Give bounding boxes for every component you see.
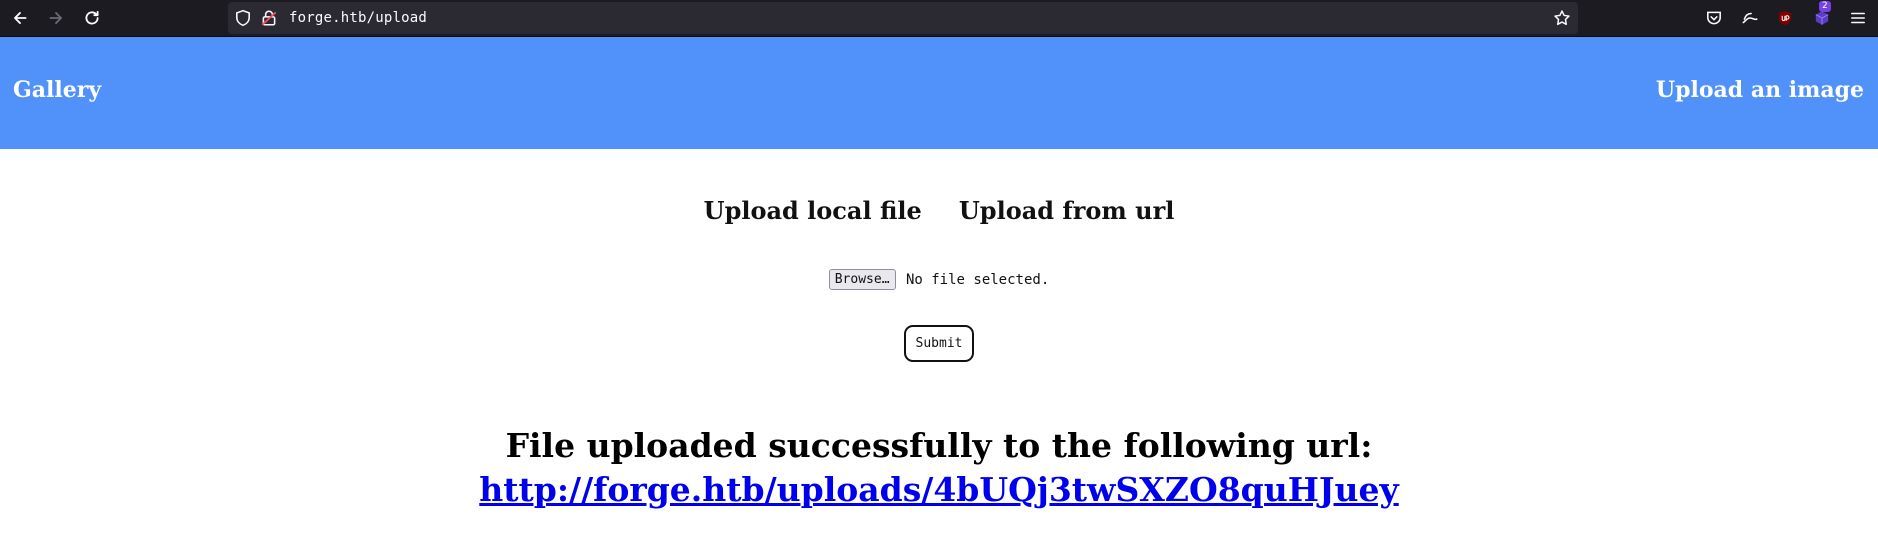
upload-tabs: Upload local file Upload from url (0, 196, 1878, 225)
insecure-lock-icon[interactable] (260, 9, 278, 27)
pocket-icon[interactable] (1703, 7, 1725, 29)
back-button[interactable] (6, 4, 34, 32)
upload-result: File uploaded successfully to the follow… (0, 424, 1878, 512)
site-header: Gallery Upload an image (0, 37, 1878, 149)
ublock-origin-icon[interactable] (1774, 7, 1796, 29)
submit-button[interactable]: Submit (903, 325, 975, 362)
extension-icon[interactable] (1739, 7, 1761, 29)
forward-button[interactable] (42, 4, 70, 32)
back-arrow-icon (14, 12, 27, 24)
upload-image-link[interactable]: Upload an image (1656, 77, 1864, 103)
url-text[interactable]: forge.htb/upload (289, 10, 427, 26)
shield-icon[interactable] (234, 9, 252, 27)
file-input: Browse… No file selected. (0, 269, 1878, 290)
hamburger-menu-icon[interactable] (1847, 7, 1869, 29)
url-bar[interactable]: forge.htb/upload (228, 2, 1578, 34)
bookmark-star-icon[interactable] (1553, 9, 1571, 27)
browse-button[interactable]: Browse… (828, 269, 896, 290)
reload-button[interactable] (78, 4, 106, 32)
forward-arrow-icon (49, 12, 62, 24)
tab-upload-from-url[interactable]: Upload from url (959, 196, 1174, 225)
file-status-text: No file selected. (905, 271, 1050, 288)
result-message: File uploaded successfully to the follow… (505, 426, 1373, 465)
browser-toolbar: forge.htb/upload 2 (0, 0, 1878, 37)
reload-icon (85, 10, 99, 25)
tab-upload-local-file[interactable]: Upload local file (704, 196, 922, 225)
gallery-link[interactable]: Gallery (13, 77, 101, 103)
submit-wrapper: Submit (0, 325, 1878, 362)
uploaded-file-link[interactable]: http://forge.htb/uploads/4bUQj3twSXZO8qu… (479, 470, 1398, 509)
extension-badge: 2 (1819, 1, 1831, 12)
